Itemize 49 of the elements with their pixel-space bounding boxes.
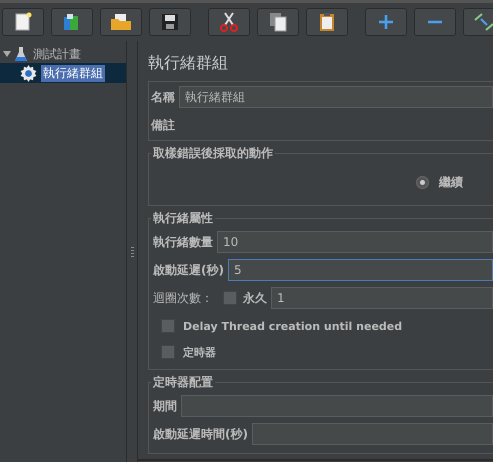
clipboard-icon	[319, 12, 335, 32]
checkbox[interactable]	[161, 345, 175, 359]
toolbar-button[interactable]	[414, 8, 456, 36]
checkbox[interactable]	[223, 291, 237, 305]
group-title: 定時器配置	[152, 374, 214, 391]
group-title: 執行緒屬性	[152, 210, 214, 227]
toolbar-button[interactable]	[257, 8, 299, 36]
input-field[interactable]: 10	[217, 231, 493, 253]
gear-icon	[20, 64, 37, 82]
document-icon	[14, 12, 32, 32]
minus-icon	[428, 20, 442, 24]
scissors-icon	[220, 12, 238, 32]
checkbox-label: 永久	[242, 290, 267, 306]
checkbox-label: Delay Thread creation until needed	[183, 320, 402, 332]
radio-button[interactable]	[416, 176, 429, 189]
toolbar-button[interactable]	[100, 8, 142, 36]
field-label: 執行緒數量	[152, 234, 213, 250]
toolbar-button[interactable]	[365, 8, 407, 36]
toolbar-button[interactable]	[149, 8, 191, 36]
flask-icon	[15, 46, 27, 62]
field-label: 迴圈次數：	[152, 290, 213, 306]
field-label: 期間	[152, 398, 177, 414]
toolbar-button[interactable]	[2, 8, 44, 36]
input-field[interactable]: 5	[228, 259, 493, 281]
toolbar-button[interactable]	[306, 8, 348, 36]
group-title: 取樣錯誤後採取的動作	[152, 145, 274, 162]
name-field[interactable]: 執行緒群組	[179, 86, 493, 108]
tree-item[interactable]: 執行緒群組	[41, 64, 105, 82]
loop-count-field[interactable]: 1	[271, 287, 493, 309]
tree-item[interactable]: 測試計畫	[31, 46, 83, 62]
wand-icon	[474, 13, 493, 31]
input-field[interactable]	[252, 423, 493, 445]
checkbox[interactable]	[161, 319, 175, 333]
field-label: 啟動延遲(秒)	[152, 262, 224, 278]
panel-title: 執行緒群組	[148, 53, 229, 74]
radio-label: 繼續	[439, 174, 463, 191]
toolbar-button[interactable]	[208, 8, 250, 36]
plus-icon	[379, 15, 393, 29]
input-field[interactable]	[181, 395, 493, 417]
field-label: 名稱	[150, 88, 175, 106]
field-label: 啟動延遲時間(秒)	[152, 426, 248, 442]
field-label: 備註	[150, 116, 175, 134]
expand-arrow-icon[interactable]	[3, 50, 11, 58]
folder-icon	[110, 13, 132, 31]
splitter-handle[interactable]	[130, 247, 134, 259]
checkbox-label: 定時器	[183, 344, 216, 360]
toolbar-button[interactable]	[463, 8, 493, 36]
toolbar-button[interactable]	[51, 8, 93, 36]
copy-icon	[269, 12, 287, 32]
